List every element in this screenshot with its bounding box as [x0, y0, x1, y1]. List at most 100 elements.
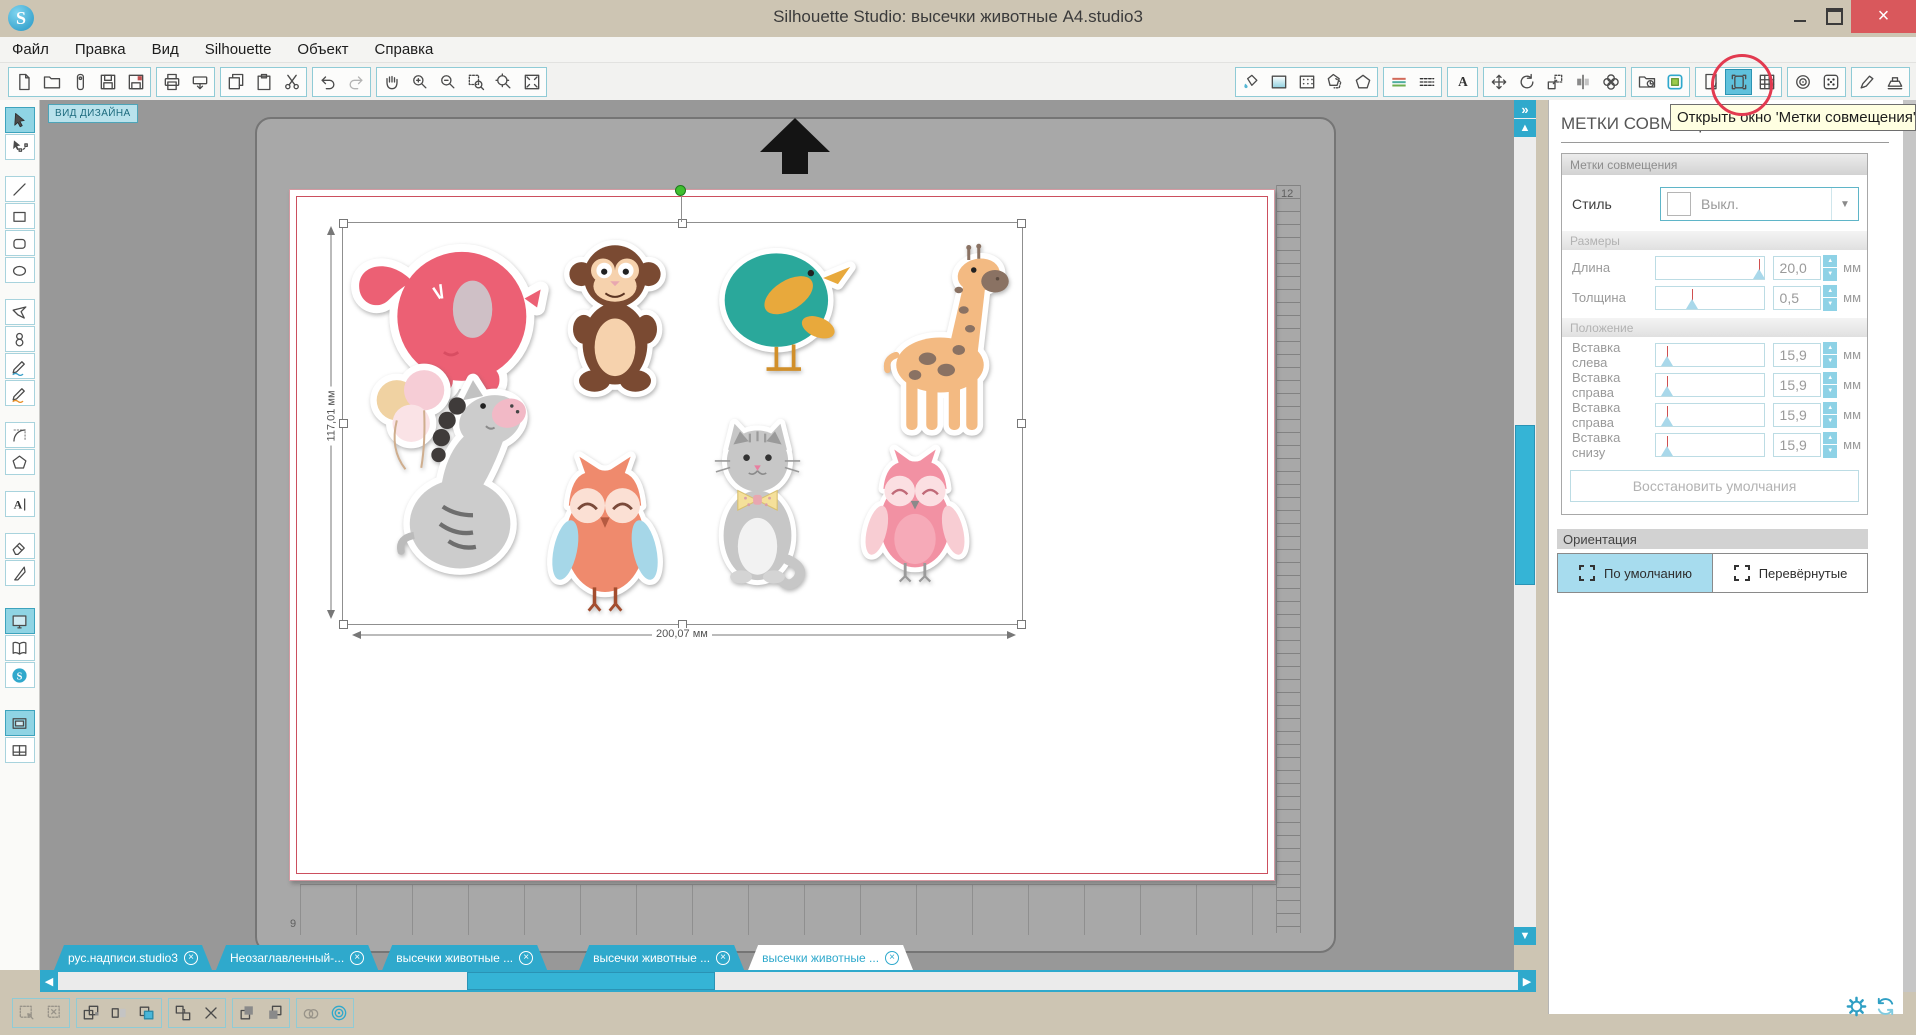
restore-defaults-button[interactable]: Восстановить умолчания — [1570, 470, 1859, 502]
inset-bottom-slider[interactable] — [1655, 433, 1764, 457]
selection-handle-n[interactable] — [678, 219, 687, 228]
maximize-button[interactable] — [1817, 0, 1851, 33]
copy-button[interactable] — [222, 69, 249, 95]
ungroup-button[interactable] — [198, 1000, 224, 1026]
inset-bottom-slider-value[interactable]: 15,9 — [1773, 433, 1822, 457]
store-view-tool[interactable] — [5, 662, 35, 688]
split-view-tool[interactable] — [5, 737, 35, 763]
horizontal-scroll-thumb[interactable] — [467, 972, 715, 990]
offset-button[interactable] — [326, 1000, 352, 1026]
scroll-left-button[interactable]: ◀ — [40, 970, 58, 992]
menu-edit[interactable]: Правка — [75, 41, 126, 58]
thickness-slider-value[interactable]: 0,5 — [1773, 286, 1822, 310]
rotate-button[interactable] — [1513, 69, 1540, 95]
menu-file[interactable]: Файл — [12, 41, 49, 58]
rotation-handle[interactable] — [675, 185, 686, 196]
horizontal-scroll-track[interactable] — [58, 972, 1518, 990]
undo-button[interactable] — [314, 69, 341, 95]
selection-handle-ne[interactable] — [1017, 219, 1026, 228]
menu-silhouette[interactable]: Silhouette — [205, 41, 272, 58]
group-button[interactable] — [170, 1000, 196, 1026]
fill-color-button[interactable] — [1237, 69, 1264, 95]
draw-freehand-tool[interactable] — [5, 353, 35, 379]
vertical-scroll-thumb[interactable] — [1515, 425, 1535, 585]
send-backward-button[interactable] — [262, 1000, 288, 1026]
design-canvas[interactable]: ВИД ДИЗАЙНА 12 9 — [40, 100, 1514, 970]
inset-right-slider-spinner[interactable]: ▲▼ — [1823, 372, 1837, 398]
redo-button[interactable] — [342, 69, 369, 95]
print-preview-button[interactable] — [186, 69, 213, 95]
length-slider-value[interactable]: 20,0 — [1773, 256, 1822, 280]
eraser-tool[interactable] — [5, 533, 35, 559]
weld-button[interactable] — [298, 1000, 324, 1026]
document-tab[interactable]: рус.надписи.studio3 × — [54, 945, 212, 970]
text-style-button[interactable] — [1449, 69, 1476, 95]
sketch-pen-button[interactable] — [1853, 69, 1880, 95]
preferences-gear-icon[interactable] — [1845, 995, 1868, 1018]
open-button[interactable] — [38, 69, 65, 95]
zoom-in-button[interactable] — [406, 69, 433, 95]
inset-left-slider[interactable] — [1655, 343, 1764, 367]
align-button[interactable] — [1569, 69, 1596, 95]
refresh-icon[interactable] — [1874, 995, 1897, 1018]
print-button[interactable] — [158, 69, 185, 95]
zoom-selection-button[interactable] — [462, 69, 489, 95]
library-view-tool[interactable] — [5, 635, 35, 661]
selection-handle-se[interactable] — [1017, 620, 1026, 629]
deselect-all-button[interactable] — [42, 1000, 68, 1026]
fit-to-page-button[interactable] — [518, 69, 545, 95]
scroll-down-button[interactable]: ▼ — [1514, 927, 1536, 945]
select-tool[interactable] — [5, 107, 35, 133]
outline-button[interactable] — [1349, 69, 1376, 95]
shadow-button[interactable] — [1321, 69, 1348, 95]
length-slider-spinner[interactable]: ▲▼ — [1823, 255, 1837, 281]
drag-zoom-button[interactable] — [490, 69, 517, 95]
length-slider[interactable] — [1655, 256, 1764, 280]
design-view-tool[interactable] — [5, 710, 35, 736]
style-dropdown[interactable]: Выкл. ▼ — [1660, 187, 1859, 221]
scale-button[interactable] — [1541, 69, 1568, 95]
tab-close-icon[interactable]: × — [716, 951, 730, 965]
pan-button[interactable] — [378, 69, 405, 95]
draw-smooth-tool[interactable] — [5, 380, 35, 406]
replicate-button[interactable] — [134, 1000, 160, 1026]
rectangle-tool[interactable] — [5, 203, 35, 229]
selection-handle-w[interactable] — [339, 419, 348, 428]
mirror-button[interactable] — [106, 1000, 132, 1026]
select-all-button[interactable] — [14, 1000, 40, 1026]
menu-object[interactable]: Объект — [297, 41, 348, 58]
scroll-up-button[interactable]: ▲ — [1514, 119, 1536, 137]
document-tab[interactable]: Неозаглавленный-... × — [216, 945, 378, 970]
chevron-down-icon[interactable]: ▼ — [1831, 188, 1858, 220]
new-document-button[interactable] — [10, 69, 37, 95]
fill-pattern-button[interactable] — [1293, 69, 1320, 95]
knife-tool[interactable] — [5, 560, 35, 586]
page-settings-tool[interactable] — [5, 608, 35, 634]
ellipse-tool[interactable] — [5, 257, 35, 283]
scroll-right-button[interactable]: ▶ — [1518, 970, 1536, 992]
send-to-silhouette-button[interactable] — [1881, 69, 1908, 95]
document-tab[interactable]: высечки животные ... × — [579, 945, 744, 970]
orientation-flipped-button[interactable]: Перевёрнутые — [1713, 554, 1867, 592]
fill-gradient-button[interactable] — [1265, 69, 1292, 95]
paste-button[interactable] — [250, 69, 277, 95]
open-recent-button[interactable] — [66, 69, 93, 95]
selection-handle-sw[interactable] — [339, 620, 348, 629]
store-button[interactable] — [1661, 69, 1688, 95]
menu-help[interactable]: Справка — [375, 41, 434, 58]
horizontal-scrollbar[interactable]: ◀ ▶ — [40, 970, 1536, 992]
cut-button[interactable] — [278, 69, 305, 95]
curve-tool[interactable] — [5, 326, 35, 352]
inset-right2-slider-spinner[interactable]: ▲▼ — [1823, 402, 1837, 428]
text-tool[interactable] — [5, 491, 35, 517]
document-tab[interactable]: высечки животные ... × — [382, 945, 547, 970]
polygon-tool[interactable] — [5, 299, 35, 325]
inset-right-slider-value[interactable]: 15,9 — [1773, 373, 1822, 397]
rounded-rectangle-tool[interactable] — [5, 230, 35, 256]
minimize-button[interactable] — [1783, 0, 1817, 33]
tab-close-icon[interactable]: × — [350, 951, 364, 965]
regular-polygon-tool[interactable] — [5, 449, 35, 475]
selection-handle-e[interactable] — [1017, 419, 1026, 428]
inset-right2-slider-value[interactable]: 15,9 — [1773, 403, 1822, 427]
inset-bottom-slider-spinner[interactable]: ▲▼ — [1823, 432, 1837, 458]
